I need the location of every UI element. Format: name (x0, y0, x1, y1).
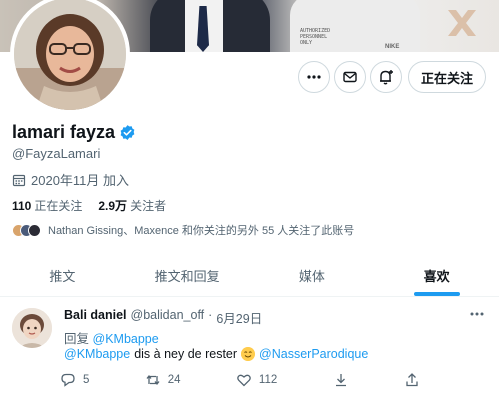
tab-media[interactable]: 媒体 (250, 255, 375, 296)
tweet-author-handle[interactable]: @balidan_off (131, 308, 205, 327)
share-button[interactable] (404, 372, 420, 388)
notifications-button[interactable] (370, 61, 402, 93)
avatar-photo (14, 0, 126, 110)
tab-tweets[interactable]: 推文 (0, 255, 125, 296)
mention-link[interactable]: @NasserParodique (259, 347, 368, 361)
followers-label: 关注者 (130, 199, 167, 213)
profile-handle: @FayzaLamari (12, 146, 101, 161)
like-button[interactable]: 112 (236, 372, 277, 388)
follower-avatar (28, 223, 41, 237)
reply-icon (61, 373, 75, 387)
mail-icon (343, 71, 357, 83)
verified-badge-icon[interactable] (119, 124, 136, 141)
profile-name-row: lamari fayza (12, 122, 136, 143)
profile-avatar[interactable] (10, 0, 130, 114)
retweet-count: 24 (167, 374, 181, 386)
following-count: 110 (12, 199, 32, 213)
reply-prefix: 回复 (64, 332, 90, 346)
following-button[interactable]: 正在关注 (408, 61, 486, 93)
download-icon (335, 374, 346, 387)
tweet-actions: 5 24 112 (60, 372, 420, 388)
message-button[interactable] (334, 61, 366, 93)
calendar-icon (12, 174, 26, 186)
banner-hoodie-brand: NIKE (385, 44, 400, 50)
tweet-date[interactable]: 6月29日 (216, 308, 262, 327)
tweet-body: dis à ney de rester (134, 347, 238, 361)
tweet-separator: · (208, 308, 213, 322)
avatar-portrait (14, 0, 126, 110)
retweet-icon (146, 374, 160, 386)
tweet-header: Bali daniel @balidan_off · 6月29日 (64, 308, 262, 327)
tab-tweets-and-replies[interactable]: 推文和回复 (125, 255, 250, 296)
mention-link[interactable]: @KMbappe (64, 347, 130, 361)
hoodie-text-line: ONLY (300, 40, 313, 46)
share-icon (406, 373, 418, 387)
reply-count: 5 (83, 374, 90, 386)
tab-likes[interactable]: 喜欢 (374, 255, 499, 296)
tweet-author-avatar[interactable] (12, 308, 52, 348)
bookmark-button[interactable] (333, 372, 349, 388)
smile-emoji-icon (241, 347, 256, 361)
reply-context: 回复 @KMbappe (64, 328, 159, 347)
followed-by[interactable]: Nathan Gissing、Maxence 和你关注的另外 55 人关注了此账… (12, 222, 354, 238)
reply-to-mention[interactable]: @KMbappe (93, 332, 159, 346)
banner-pattern (448, 10, 476, 36)
tweet-author-name[interactable]: Bali daniel (64, 308, 127, 327)
more-options-button[interactable] (298, 61, 330, 93)
like-count: 112 (258, 374, 278, 386)
join-date: 2020年11月 加入 (12, 170, 129, 189)
followed-by-text: Nathan Gissing、Maxence 和你关注的另外 55 人关注了此账… (48, 225, 355, 237)
following-label: 正在关注 (34, 199, 83, 213)
heart-icon (237, 374, 251, 387)
profile-tabs: 推文 推文和回复 媒体 喜欢 (0, 255, 499, 297)
reply-button[interactable]: 5 (60, 372, 89, 388)
tweet-avatar-portrait (12, 308, 52, 348)
tweet-text: @KMbappe dis à ney de rester @NasserParo… (64, 347, 368, 361)
followers-stat[interactable]: 2.9万 关注者 (98, 197, 166, 214)
more-icon (307, 75, 321, 79)
follower-avatars (12, 223, 41, 237)
bell-plus-icon (380, 70, 393, 85)
banner-hoodie-text: AUTHORIZED PERSONNEL ONLY (300, 28, 350, 46)
follow-stats: 110 正在关注 2.9万 关注者 (12, 197, 166, 214)
tweet-more-icon[interactable] (467, 306, 487, 322)
tweet[interactable]: Bali daniel @balidan_off · 6月29日 回复 @KMb… (0, 298, 499, 401)
retweet-button[interactable]: 24 (145, 372, 181, 388)
following-stat[interactable]: 110 正在关注 (12, 197, 82, 214)
followers-count: 2.9万 (98, 199, 128, 213)
join-date-text: 2020年11月 加入 (31, 173, 130, 188)
display-name: lamari fayza (12, 122, 116, 142)
